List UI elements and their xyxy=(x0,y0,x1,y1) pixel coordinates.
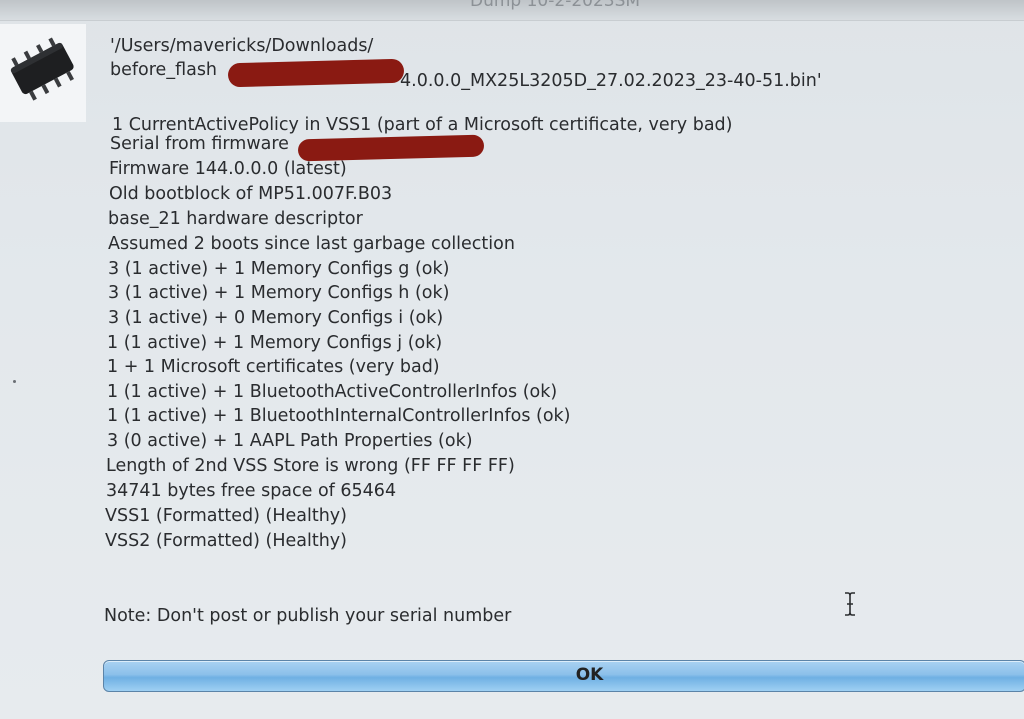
status-line: 1 (1 active) + 1 BluetoothInternalContro… xyxy=(107,406,571,426)
window-titlebar: Dump 10-2-2023SM xyxy=(0,0,1024,21)
status-line: Old bootblock of MP51.007F.B03 xyxy=(109,184,393,204)
status-line: Assumed 2 boots since last garbage colle… xyxy=(108,234,515,254)
file-path-line-2-prefix: before_flash xyxy=(110,60,218,80)
status-line: 1 (1 active) + 1 BluetoothActiveControll… xyxy=(107,382,558,402)
status-line: base_21 hardware descriptor xyxy=(108,209,363,229)
status-line: 3 (1 active) + 0 Memory Configs i (ok) xyxy=(108,308,444,328)
file-path-line-1: '/Users/mavericks/Downloads/ xyxy=(110,36,374,56)
ok-button-label: OK xyxy=(575,665,604,685)
status-line: 34741 bytes free space of 65464 xyxy=(106,481,397,501)
status-line: 1 CurrentActivePolicy in VSS1 (part of a… xyxy=(112,115,733,135)
status-line: VSS1 (Formatted) (Healthy) xyxy=(105,506,347,526)
app-icon-area xyxy=(0,24,86,122)
status-line: 3 (1 active) + 1 Memory Configs h (ok) xyxy=(108,283,450,303)
status-line: VSS2 (Formatted) (Healthy) xyxy=(105,531,347,551)
file-path-line-2-suffix: 4.0.0.0_MX25L3205D_27.02.2023_23-40-51.b… xyxy=(400,71,822,91)
screen-speck xyxy=(13,380,16,383)
serial-warning-note: Note: Don't post or publish your serial … xyxy=(104,606,512,626)
text-cursor-icon xyxy=(845,592,855,616)
status-line: 3 (1 active) + 1 Memory Configs g (ok) xyxy=(108,259,450,279)
ok-button[interactable]: OK xyxy=(103,660,1024,692)
window-title: Dump 10-2-2023SM xyxy=(470,0,641,11)
status-line: Serial from firmware xyxy=(110,134,289,154)
status-line: 3 (0 active) + 1 AAPL Path Properties (o… xyxy=(107,431,473,451)
redaction-mark-filename xyxy=(227,58,405,88)
chip-icon xyxy=(10,37,74,101)
status-line: 1 (1 active) + 1 Memory Configs j (ok) xyxy=(107,333,443,353)
status-line: 1 + 1 Microsoft certificates (very bad) xyxy=(107,357,440,377)
redaction-mark-serial xyxy=(297,134,485,162)
status-line: Firmware 144.0.0.0 (latest) xyxy=(109,159,347,179)
status-line: Length of 2nd VSS Store is wrong (FF FF … xyxy=(106,456,515,476)
